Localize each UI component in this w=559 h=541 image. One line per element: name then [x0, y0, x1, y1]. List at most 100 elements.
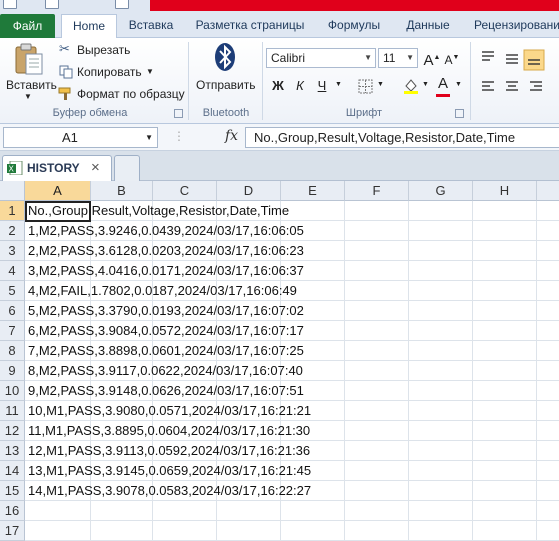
paste-icon [15, 43, 43, 75]
column-header-c[interactable]: C [153, 181, 217, 201]
bluetooth-icon [215, 43, 235, 71]
column-header-b[interactable]: B [91, 181, 153, 201]
cell-a2[interactable]: 1,M2,PASS,3.9246,0.0439,2024/03/17,16:06… [28, 221, 304, 241]
paste-dropdown-icon: ▼ [24, 92, 32, 101]
cell-a12[interactable]: 11,M1,PASS,3.8895,0.0604,2024/03/17,16:2… [28, 421, 310, 441]
tab-formulas[interactable]: Формулы [320, 16, 388, 38]
row-header[interactable]: 15 [0, 481, 25, 501]
row-header[interactable]: 4 [0, 261, 25, 281]
column-gridline [536, 201, 537, 541]
row-header[interactable]: 10 [0, 381, 25, 401]
row-header[interactable]: 14 [0, 461, 25, 481]
column-header-f[interactable]: F [345, 181, 409, 201]
cut-label: Вырезать [77, 43, 131, 57]
font-size-select[interactable]: 11 ▼ [378, 48, 418, 68]
borders-dropdown-icon[interactable]: ▼ [377, 81, 384, 88]
close-icon[interactable]: × [91, 159, 100, 176]
font-color-dropdown-icon[interactable]: ▼ [455, 81, 462, 88]
font-color-button[interactable]: A [433, 74, 453, 94]
customize-toolbar-icon[interactable] [115, 0, 129, 9]
cell-a1[interactable]: No.,Group,Result,Voltage,Resistor,Date,T… [28, 201, 289, 221]
ribbon-separator [262, 42, 263, 120]
copy-dropdown-icon: ▼ [146, 67, 154, 76]
cell-a4[interactable]: 3,M2,PASS,4.0416,0.0171,2024/03/17,16:06… [28, 261, 304, 281]
row-header[interactable]: 7 [0, 321, 25, 341]
shrink-font-icon: A [444, 53, 453, 67]
scissors-icon: ✂ [59, 41, 70, 56]
underline-dropdown-icon[interactable]: ▼ [335, 81, 342, 88]
row-header[interactable]: 11 [0, 401, 25, 421]
cell-a8[interactable]: 7,M2,PASS,3.8898,0.0601,2024/03/17,16:07… [28, 341, 304, 361]
row-header[interactable]: 17 [0, 521, 25, 541]
new-workbook-tab[interactable] [114, 155, 140, 181]
name-box[interactable]: A1 ▼ [3, 127, 158, 148]
formula-input[interactable]: No.,Group,Result,Voltage,Resistor,Date,T… [245, 127, 559, 148]
name-box-dropdown-icon: ▼ [145, 133, 153, 142]
cell-a6[interactable]: 5,M2,PASS,3.3790,0.0193,2024/03/17,16:07… [28, 301, 304, 321]
workbook-tab-strip: X HISTORY × [0, 151, 559, 181]
tab-page-layout[interactable]: Разметка страницы [188, 16, 312, 38]
row-header[interactable]: 3 [0, 241, 25, 261]
row-header[interactable]: 16 [0, 501, 25, 521]
paste-label: Вставить [6, 78, 57, 92]
cell-a11[interactable]: 10,M1,PASS,3.9080,0.0571,2024/03/17,16:2… [28, 401, 311, 421]
column-header-partial[interactable] [537, 181, 559, 201]
cell-a10[interactable]: 9,M2,PASS,3.9148,0.0626,2024/03/17,16:07… [28, 381, 304, 401]
font-name-select[interactable]: Calibri ▼ [266, 48, 376, 68]
tab-home[interactable]: Home [61, 14, 117, 39]
fill-color-dropdown-icon[interactable]: ▼ [422, 81, 429, 88]
row-header[interactable]: 8 [0, 341, 25, 361]
row-header[interactable]: 13 [0, 441, 25, 461]
grow-font-button[interactable]: A▲ [422, 48, 442, 69]
ribbon: Вставить ▼ ✂ Вырезать Копировать ▼ Форма… [0, 38, 559, 124]
font-color-swatch [436, 94, 450, 97]
row-header[interactable]: 9 [0, 361, 25, 381]
column-header-h[interactable]: H [473, 181, 537, 201]
row-header[interactable]: 2 [0, 221, 25, 241]
font-launcher-icon[interactable] [455, 109, 464, 118]
borders-icon[interactable] [358, 79, 374, 94]
tab-file[interactable]: Файл [0, 14, 55, 38]
fill-color-icon[interactable] [402, 77, 420, 95]
column-header-g[interactable]: G [409, 181, 473, 201]
spreadsheet-grid[interactable]: A B C D E F G H 1 2 3 4 5 6 7 8 9 10 11 12 13 14 15 16 1… [0, 181, 559, 541]
row-header[interactable]: 6 [0, 301, 25, 321]
italic-button[interactable]: К [290, 76, 310, 96]
font-size-value: 11 [383, 51, 396, 65]
shrink-font-button[interactable]: A▼ [442, 48, 462, 68]
svg-text:X: X [9, 165, 15, 174]
column-header-a[interactable]: A [25, 181, 91, 201]
cell-a14[interactable]: 13,M1,PASS,3.9145,0.0659,2024/03/17,16:2… [28, 461, 311, 481]
cell-a9[interactable]: 8,M2,PASS,3.9117,0.0622,2024/03/17,16:07… [28, 361, 303, 381]
cell-a5[interactable]: 4,M2,FAIL,1.7802,0.0187,2024/03/17,16:06… [28, 281, 297, 301]
cell-a3[interactable]: 2,M2,PASS,3.6128,0.0203,2024/03/17,16:06… [28, 241, 304, 261]
row-header[interactable]: 12 [0, 421, 25, 441]
ribbon-separator [188, 42, 189, 120]
select-all-corner[interactable] [0, 181, 25, 201]
insert-function-button[interactable]: fx [225, 128, 238, 144]
copy-icon [59, 65, 73, 79]
column-header-e[interactable]: E [281, 181, 345, 201]
formula-bar: A1 ▼ ⋮ fx No.,Group,Result,Voltage,Resis… [0, 124, 559, 151]
column-gridline [472, 201, 473, 541]
tab-insert[interactable]: Вставка [122, 16, 180, 38]
tab-data[interactable]: Данные [396, 16, 460, 38]
excel-app-icon[interactable] [3, 0, 17, 9]
row-header[interactable]: 1 [0, 201, 25, 221]
undo-icon[interactable] [45, 0, 59, 9]
underline-button[interactable]: Ч [312, 76, 332, 96]
tab-review[interactable]: Рецензирование [468, 16, 559, 38]
column-gridline [408, 201, 409, 541]
font-size-dropdown-icon: ▼ [406, 53, 414, 62]
row-header[interactable]: 5 [0, 281, 25, 301]
font-name-value: Calibri [271, 51, 306, 65]
bluetooth-group-label: Bluetooth [202, 107, 250, 119]
column-header-d[interactable]: D [217, 181, 281, 201]
bold-button[interactable]: Ж [268, 76, 288, 96]
cell-a13[interactable]: 12,M1,PASS,3.9113,0.0592,2024/03/17,16:2… [28, 441, 310, 461]
clipboard-launcher-icon[interactable] [174, 109, 183, 118]
cell-a15[interactable]: 14,M1,PASS,3.9078,0.0583,2024/03/17,16:2… [28, 481, 311, 501]
cell-a7[interactable]: 6,M2,PASS,3.9084,0.0572,2024/03/17,16:07… [28, 321, 304, 341]
workbook-tab-history[interactable]: X HISTORY × [2, 155, 112, 181]
name-box-value: A1 [62, 130, 78, 145]
